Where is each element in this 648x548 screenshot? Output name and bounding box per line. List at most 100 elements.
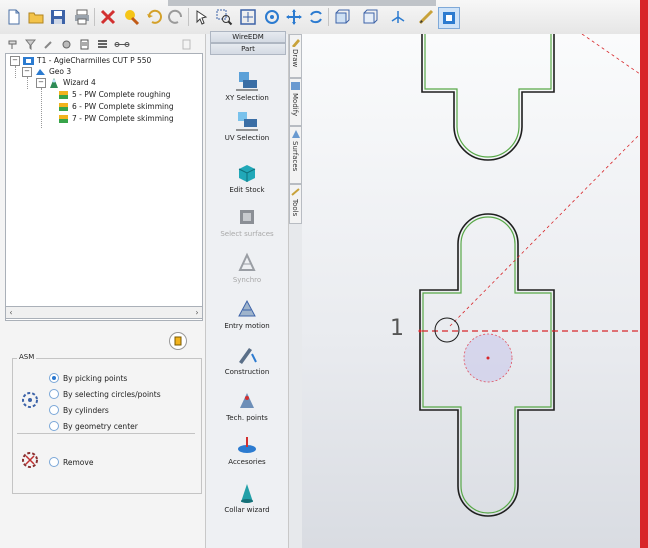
palette-tab-wireedm[interactable]: WireEDM xyxy=(210,31,286,43)
uv-selection-button[interactable]: UV Selection xyxy=(208,110,286,142)
asm-option-geometry-center[interactable]: By geometry center xyxy=(49,421,138,431)
save-icon[interactable] xyxy=(48,7,68,27)
radio-cylinders[interactable] xyxy=(49,405,59,415)
tree-item-op-5[interactable]: 5 - PW Complete roughing xyxy=(58,89,170,100)
tab-modify[interactable]: Modify xyxy=(289,78,302,126)
hole-center xyxy=(486,356,490,360)
radio-geometry-center[interactable] xyxy=(49,421,59,431)
refresh-icon[interactable] xyxy=(306,7,326,27)
view-box-icon[interactable] xyxy=(332,7,352,27)
pin-icon[interactable] xyxy=(6,38,18,50)
link-icon[interactable] xyxy=(114,38,130,50)
filter-icon[interactable] xyxy=(24,38,36,50)
asm-option-remove[interactable]: Remove xyxy=(49,457,93,467)
modify-icon xyxy=(291,82,300,90)
info-icon xyxy=(174,336,182,346)
clipboard-icon[interactable] xyxy=(180,38,192,50)
palette-label: Accesories xyxy=(228,458,266,466)
edit-stock-button[interactable]: Edit Stock xyxy=(208,162,286,194)
construction-line-top xyxy=(581,34,640,75)
asm-option-label: By cylinders xyxy=(63,405,109,415)
tree-item-geo[interactable]: − Geo 3 xyxy=(22,66,71,77)
entry-motion-button[interactable]: Entry motion xyxy=(208,298,286,330)
axis-icon[interactable] xyxy=(388,7,408,27)
open-folder-icon[interactable] xyxy=(26,7,46,27)
tech-points-button[interactable]: Tech. points xyxy=(208,390,286,422)
collapse-icon[interactable]: − xyxy=(36,77,46,88)
palette-label: Entry motion xyxy=(224,322,270,330)
start-point-number: 1 xyxy=(390,316,404,341)
palette-label: Select surfaces xyxy=(220,230,274,238)
print-icon[interactable] xyxy=(72,7,92,27)
highlight-icon[interactable] xyxy=(122,7,142,27)
synchro-button[interactable]: Synchro xyxy=(208,252,286,284)
tab-tools-label: Tools xyxy=(291,199,299,217)
tree-item-op-6[interactable]: 6 - PW Complete skimming xyxy=(58,101,174,112)
upper-part-contour xyxy=(421,34,555,161)
scroll-left-icon[interactable]: ‹ xyxy=(6,307,16,318)
title-strip xyxy=(168,0,436,6)
select-surfaces-button[interactable]: Select surfaces xyxy=(208,206,286,238)
part-drawing xyxy=(418,34,640,517)
zoom-window-icon[interactable] xyxy=(214,7,234,27)
list-icon[interactable] xyxy=(96,38,108,50)
new-file-icon[interactable] xyxy=(4,7,24,27)
construction-button[interactable]: Construction xyxy=(208,344,286,376)
tree-item-machine[interactable]: − T1 - AgieCharmilles CUT P 550 xyxy=(10,55,151,66)
palette-label: Collar wizard xyxy=(224,506,270,514)
scroll-right-icon[interactable]: › xyxy=(192,307,202,318)
tree-item-wizard[interactable]: − Wizard 4 xyxy=(36,77,96,88)
collar-wizard-icon xyxy=(241,484,253,503)
delete-icon[interactable] xyxy=(98,7,118,27)
tab-modify-label: Modify xyxy=(291,93,299,117)
select-icon[interactable] xyxy=(192,7,212,27)
accesories-button[interactable]: Accesories xyxy=(208,434,286,466)
collapse-icon[interactable]: − xyxy=(22,66,32,77)
command-palette: WireEDM Part XY Selection UV Selection E… xyxy=(206,31,289,548)
zoom-fit-icon[interactable] xyxy=(238,7,258,27)
synchro-icon xyxy=(238,252,256,271)
asm-gear-icon xyxy=(19,389,41,413)
tab-tools[interactable]: Tools xyxy=(289,184,302,224)
xy-selection-icon xyxy=(236,72,258,91)
geometry-icon xyxy=(35,67,46,77)
asm-remove-label: Remove xyxy=(63,457,94,467)
asm-option-label: By geometry center xyxy=(63,421,138,431)
settings-icon[interactable] xyxy=(60,38,72,50)
asm-option-label: By picking points xyxy=(63,373,128,383)
collar-wizard-button[interactable]: Collar wizard xyxy=(208,482,286,514)
collapse-icon[interactable]: − xyxy=(10,55,20,66)
radio-selecting-circles[interactable] xyxy=(49,389,59,399)
operation-tree: − T1 - AgieCharmilles CUT P 550 − Geo 3 … xyxy=(5,53,203,321)
asm-option-selecting-circles[interactable]: By selecting circles/points xyxy=(49,389,161,399)
pan-icon[interactable] xyxy=(284,7,304,27)
tree-horizontal-scrollbar[interactable]: ‹ › xyxy=(5,306,203,319)
tab-draw[interactable]: Draw xyxy=(289,34,302,78)
view-options-icon[interactable] xyxy=(360,7,380,27)
asm-option-cylinders[interactable]: By cylinders xyxy=(49,405,109,415)
redo-icon[interactable] xyxy=(166,7,186,27)
tree-label-op: 5 - PW Complete roughing xyxy=(72,90,171,99)
tab-draw-label: Draw xyxy=(291,49,299,68)
xy-selection-button[interactable]: XY Selection xyxy=(208,70,286,102)
graphics-viewport[interactable]: 1 xyxy=(302,34,640,548)
palette-tab-part[interactable]: Part xyxy=(210,43,286,55)
palette-label: XY Selection xyxy=(225,94,269,102)
asm-option-picking-points[interactable]: By picking points xyxy=(49,373,127,383)
tools-icon[interactable] xyxy=(42,38,54,50)
radio-picking-points[interactable] xyxy=(49,373,59,383)
palette-label: Synchro xyxy=(232,276,262,284)
tech-points-icon xyxy=(240,393,254,408)
radio-remove[interactable] xyxy=(49,457,59,467)
rotate-icon[interactable] xyxy=(262,7,282,27)
tree-item-op-7[interactable]: 7 - PW Complete skimming xyxy=(58,113,174,124)
measure-icon[interactable] xyxy=(416,7,436,27)
undo-icon[interactable] xyxy=(144,7,164,27)
active-view-icon[interactable] xyxy=(438,7,460,29)
report-icon[interactable] xyxy=(78,38,90,50)
info-button[interactable] xyxy=(169,332,187,350)
side-tab-strip: Draw Modify Surfaces Tools xyxy=(289,34,303,548)
accesories-icon xyxy=(238,437,256,453)
tab-surfaces[interactable]: Surfaces xyxy=(289,126,302,184)
asm-legend: ASM xyxy=(17,353,37,361)
